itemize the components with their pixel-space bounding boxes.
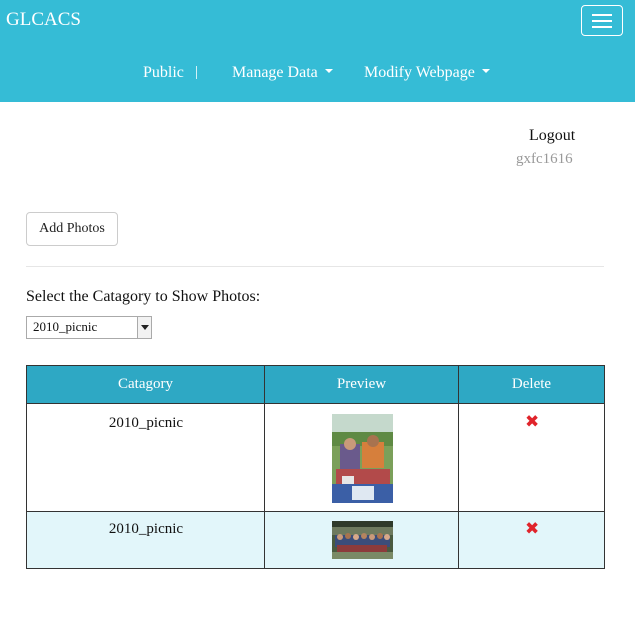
- delete-icon[interactable]: ✖: [525, 414, 539, 431]
- nav-manage-data[interactable]: Manage Data: [232, 64, 333, 82]
- top-navbar: GLCACS Public | Manage Data Modify Webpa…: [0, 0, 635, 102]
- photo-preview-thumbnail[interactable]: [332, 521, 393, 559]
- nav-modify-webpage-label: Modify Webpage: [364, 64, 475, 81]
- nav-modify-webpage[interactable]: Modify Webpage: [364, 64, 490, 82]
- nav-public-label: Public: [143, 64, 184, 81]
- divider: [26, 266, 604, 267]
- nav-separator: |: [195, 64, 199, 80]
- column-header-category: Catagory: [27, 366, 265, 404]
- username-text: gxfc1616: [516, 151, 573, 167]
- add-photos-button[interactable]: Add Photos: [26, 212, 118, 246]
- table-row: 2010_picnic ✖: [27, 512, 604, 568]
- column-header-preview: Preview: [265, 366, 459, 404]
- nav-public[interactable]: Public: [143, 64, 184, 82]
- column-header-delete: Delete: [459, 366, 604, 404]
- category-select-label: Select the Catagory to Show Photos:: [26, 288, 261, 305]
- photo-preview-thumbnail[interactable]: [332, 414, 393, 503]
- category-select-value: 2010_picnic: [33, 319, 98, 334]
- hamburger-menu-icon[interactable]: [581, 5, 623, 36]
- dropdown-arrow-icon[interactable]: [137, 317, 151, 338]
- caret-down-icon: [324, 69, 333, 74]
- category-select[interactable]: 2010_picnic: [26, 316, 152, 339]
- caret-down-icon: [481, 69, 490, 74]
- photos-table: Catagory Preview Delete 2010_picnic ✖ 20…: [26, 365, 605, 569]
- table-row: 2010_picnic ✖: [27, 404, 604, 512]
- row-category: 2010_picnic: [108, 521, 184, 537]
- row-category: 2010_picnic: [108, 415, 184, 431]
- site-brand[interactable]: GLCACS: [6, 9, 81, 31]
- logout-link[interactable]: Logout: [529, 127, 575, 145]
- delete-icon[interactable]: ✖: [525, 521, 539, 538]
- nav-manage-data-label: Manage Data: [232, 64, 318, 81]
